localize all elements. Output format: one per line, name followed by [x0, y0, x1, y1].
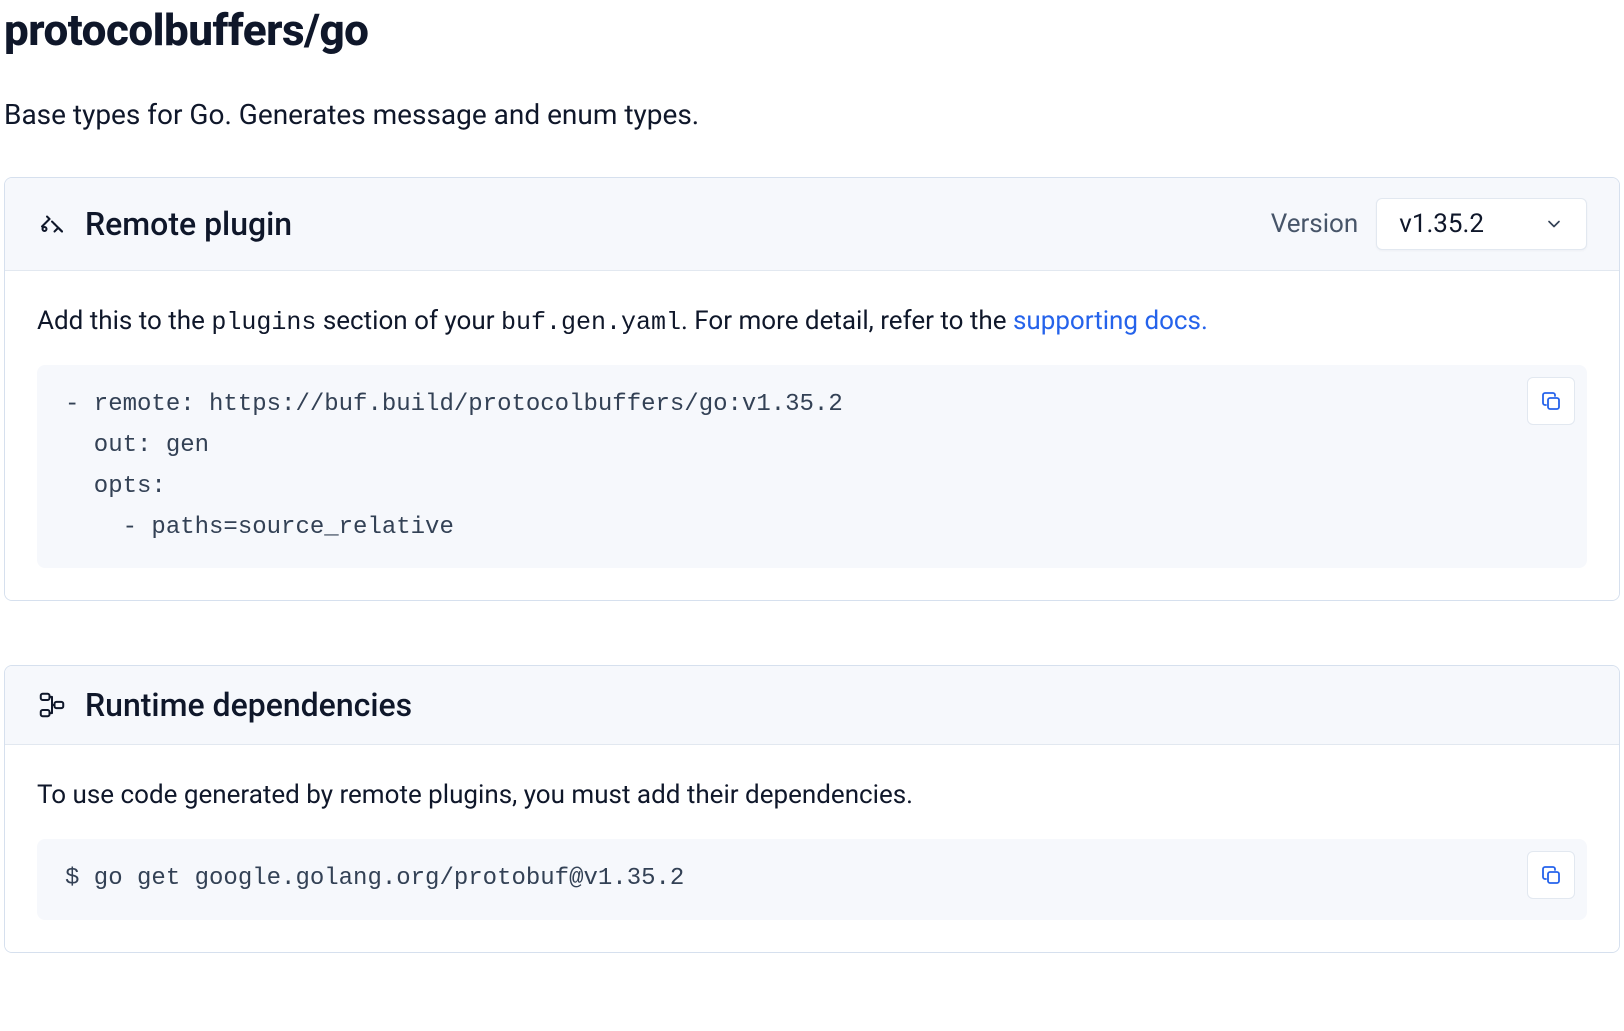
runtime-deps-card: Runtime dependencies To use code generat…: [4, 665, 1620, 952]
plugin-icon: [37, 209, 67, 239]
runtime-deps-code: $ go get google.golang.org/protobuf@v1.3…: [37, 839, 1587, 920]
version-label: Version: [1271, 209, 1359, 239]
page-title: protocolbuffers/go: [4, 4, 1620, 56]
desc-code-plugins: plugins: [211, 308, 316, 337]
desc-text: . For more detail, refer to the: [681, 306, 1013, 336]
runtime-deps-desc: To use code generated by remote plugins,…: [37, 777, 1587, 815]
remote-plugin-card-header: Remote plugin Version v1.35.2: [5, 178, 1619, 271]
remote-plugin-code: - remote: https://buf.build/protocolbuff…: [37, 365, 1587, 568]
runtime-deps-header-left: Runtime dependencies: [37, 686, 412, 724]
version-select[interactable]: v1.35.2: [1376, 198, 1587, 250]
desc-code-bufgen: buf.gen.yaml: [501, 308, 681, 337]
copy-button[interactable]: [1527, 851, 1575, 899]
supporting-docs-link[interactable]: supporting docs.: [1013, 306, 1208, 336]
desc-text: section of your: [316, 306, 501, 336]
version-value: v1.35.2: [1399, 209, 1484, 239]
page-subtitle: Base types for Go. Generates message and…: [4, 98, 1620, 131]
page-root: protocolbuffers/go Base types for Go. Ge…: [0, 4, 1624, 1031]
runtime-deps-heading: Runtime dependencies: [85, 686, 412, 724]
remote-plugin-header-left: Remote plugin: [37, 205, 292, 243]
copy-button[interactable]: [1527, 377, 1575, 425]
remote-plugin-card-body: Add this to the plugins section of your …: [5, 271, 1619, 600]
runtime-deps-card-body: To use code generated by remote plugins,…: [5, 745, 1619, 951]
chevron-down-icon: [1544, 214, 1564, 234]
remote-plugin-code-wrap: - remote: https://buf.build/protocolbuff…: [37, 365, 1587, 568]
runtime-deps-code-wrap: $ go get google.golang.org/protobuf@v1.3…: [37, 839, 1587, 920]
remote-plugin-desc: Add this to the plugins section of your …: [37, 303, 1587, 341]
copy-icon: [1539, 389, 1563, 413]
dependencies-icon: [37, 690, 67, 720]
runtime-deps-card-header: Runtime dependencies: [5, 666, 1619, 745]
version-row: Version v1.35.2: [1271, 198, 1587, 250]
remote-plugin-card: Remote plugin Version v1.35.2 Add this t…: [4, 177, 1620, 601]
copy-icon: [1539, 863, 1563, 887]
remote-plugin-heading: Remote plugin: [85, 205, 292, 243]
desc-text: Add this to the: [37, 306, 211, 336]
